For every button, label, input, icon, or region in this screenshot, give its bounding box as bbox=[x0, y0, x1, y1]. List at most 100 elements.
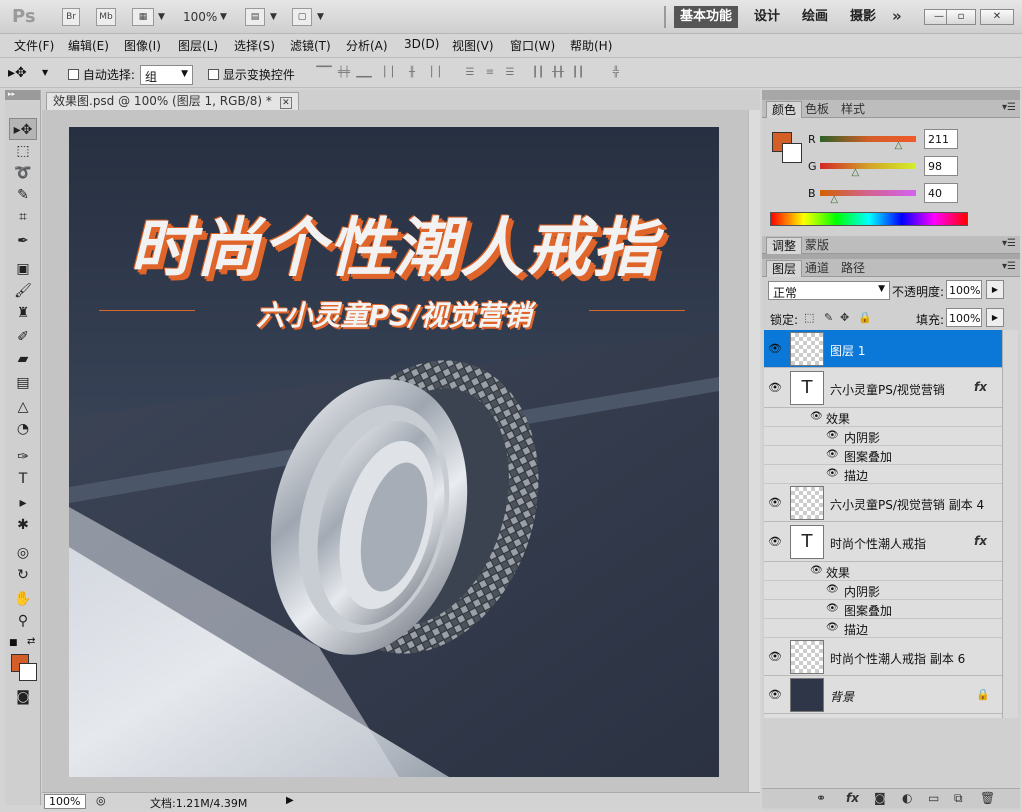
tab-layers[interactable]: 图层 bbox=[766, 260, 803, 277]
tab-masks[interactable]: 蒙版 bbox=[800, 237, 834, 254]
close-button[interactable]: ✕ bbox=[980, 9, 1014, 25]
layer-row[interactable]: 👁 六小灵童PS/视觉营销 副本 4 bbox=[764, 484, 1002, 522]
workspace-design[interactable]: 设计 bbox=[748, 6, 786, 28]
link-layers-icon[interactable]: ⚭ bbox=[816, 791, 826, 805]
restore-button[interactable]: ▫ bbox=[946, 9, 976, 25]
layers-panel-menu-icon[interactable]: ▾☰ bbox=[1002, 261, 1016, 272]
clone-stamp-tool-icon[interactable]: ♜ bbox=[9, 302, 37, 324]
swap-colors-icon[interactable]: ⇄ bbox=[27, 636, 35, 647]
3d-orbit-tool-icon[interactable]: ↻ bbox=[9, 564, 37, 586]
tab-swatches[interactable]: 色板 bbox=[800, 101, 834, 118]
view-extras-icon[interactable]: ▦ bbox=[132, 8, 154, 26]
add-mask-icon[interactable]: ◙ bbox=[874, 791, 886, 805]
effect-row[interactable]: 👁 图案叠加 bbox=[764, 446, 1002, 465]
blur-tool-icon[interactable]: △ bbox=[9, 396, 37, 418]
effect-row[interactable]: 👁 描边 bbox=[764, 465, 1002, 484]
status-zoom-field[interactable]: 100% bbox=[44, 794, 86, 809]
layer-row[interactable]: 👁 图层 1 bbox=[764, 330, 1002, 368]
shape-tool-icon[interactable]: ✱ bbox=[9, 514, 37, 536]
close-tab-icon[interactable]: ✕ bbox=[279, 97, 292, 109]
workspace-painting[interactable]: 绘画 bbox=[796, 6, 834, 28]
channel-g-slider[interactable] bbox=[820, 163, 916, 169]
crop-tool-icon[interactable]: ⌗ bbox=[9, 206, 37, 228]
align-top-icon[interactable]: ▔▔ bbox=[316, 67, 332, 81]
eye-icon[interactable]: 👁 bbox=[826, 468, 839, 479]
menu-layer[interactable]: 图层(L) bbox=[178, 37, 218, 54]
menu-window[interactable]: 窗口(W) bbox=[510, 37, 555, 54]
fx-icon[interactable]: fx bbox=[974, 380, 987, 394]
tab-color[interactable]: 颜色 bbox=[766, 101, 803, 118]
show-transform-checkbox[interactable]: 显示变换控件 bbox=[208, 66, 295, 83]
arrange-documents-icon[interactable]: ▤ bbox=[245, 8, 265, 26]
document-image[interactable]: 时尚个性潮人戒指 六小灵童PS/视觉营销 bbox=[69, 127, 719, 777]
distribute-hcenter-icon[interactable]: ╂╂ bbox=[550, 67, 566, 81]
marquee-tool-icon[interactable]: ⬚ bbox=[9, 140, 37, 162]
fill-input[interactable]: 100% bbox=[946, 308, 982, 327]
move-tool-preset-icon[interactable]: ▸✥ bbox=[8, 65, 27, 81]
tab-styles[interactable]: 样式 bbox=[836, 101, 870, 118]
eye-icon[interactable]: 👁 bbox=[768, 342, 782, 355]
eyedropper-tool-icon[interactable]: ✒ bbox=[9, 230, 37, 252]
screen-mode-dropdown-icon[interactable]: ▼ bbox=[317, 12, 324, 22]
menu-image[interactable]: 图像(I) bbox=[124, 37, 161, 54]
fill-slider-button[interactable]: ▶ bbox=[986, 308, 1004, 327]
menu-select[interactable]: 选择(S) bbox=[234, 37, 275, 54]
tab-adjustments[interactable]: 调整 bbox=[766, 237, 803, 254]
align-bottom-icon[interactable]: ▁▁ bbox=[356, 67, 372, 81]
color-panel-header[interactable] bbox=[762, 90, 1020, 100]
new-layer-icon[interactable]: ⧉ bbox=[954, 791, 963, 806]
tab-channels[interactable]: 通道 bbox=[800, 260, 834, 277]
color-spectrum-bar[interactable] bbox=[770, 212, 968, 226]
healing-brush-tool-icon[interactable]: ▣ bbox=[9, 258, 37, 280]
eye-icon[interactable]: 👁 bbox=[768, 535, 782, 548]
adjust-panel-menu-icon[interactable]: ▾☰ bbox=[1002, 238, 1016, 249]
lock-all-icon[interactable]: 🔒 bbox=[858, 311, 872, 324]
effect-row[interactable]: 👁 描边 bbox=[764, 619, 1002, 638]
eye-icon[interactable]: 👁 bbox=[826, 622, 839, 633]
fx-icon[interactable]: fx bbox=[974, 534, 987, 548]
layer-row[interactable]: 👁 T 六小灵童PS/视觉营销 fx bbox=[764, 368, 1002, 408]
eye-icon[interactable]: 👁 bbox=[810, 565, 823, 576]
bridge-button[interactable]: Br bbox=[62, 8, 80, 26]
dodge-tool-icon[interactable]: ◔ bbox=[9, 418, 37, 440]
status-info-icon[interactable]: ◎ bbox=[96, 794, 106, 807]
opacity-input[interactable]: 100% bbox=[946, 280, 982, 299]
eraser-tool-icon[interactable]: ▰ bbox=[9, 348, 37, 370]
distribute-left-icon[interactable]: ┃┃ bbox=[530, 67, 546, 81]
layer-row[interactable]: 👁 T 时尚个性潮人戒指 fx bbox=[764, 522, 1002, 562]
channel-g-thumb[interactable]: △ bbox=[851, 167, 859, 178]
workspace-photography[interactable]: 摄影 bbox=[844, 6, 882, 28]
distribute-top-icon[interactable]: ☰ bbox=[462, 67, 478, 81]
tool-preset-dropdown-icon[interactable]: ▼ bbox=[42, 68, 48, 77]
channel-b-thumb[interactable]: △ bbox=[830, 194, 838, 205]
menu-edit[interactable]: 编辑(E) bbox=[68, 37, 109, 54]
align-right-icon[interactable]: ▕▕ bbox=[424, 67, 440, 81]
canvas-vertical-scrollbar[interactable] bbox=[748, 110, 760, 792]
auto-select-checkbox[interactable]: 自动选择: bbox=[68, 66, 135, 83]
history-brush-tool-icon[interactable]: ✐ bbox=[9, 326, 37, 348]
effect-row[interactable]: 👁 内阴影 bbox=[764, 581, 1002, 600]
eye-icon[interactable]: 👁 bbox=[768, 381, 782, 394]
distribute-vcenter-icon[interactable]: ≡ bbox=[482, 67, 498, 81]
add-layer-style-icon[interactable]: fx bbox=[846, 791, 859, 805]
layer-row[interactable]: 👁 背景 🔒 bbox=[764, 676, 1002, 714]
eye-icon[interactable]: 👁 bbox=[826, 449, 839, 460]
move-tool-icon[interactable]: ▸✥ bbox=[9, 118, 37, 140]
workspace-essentials[interactable]: 基本功能 bbox=[674, 6, 739, 28]
zoom-tool-icon[interactable]: ⚲ bbox=[9, 610, 37, 632]
menu-file[interactable]: 文件(F) bbox=[14, 37, 54, 54]
eye-icon[interactable]: 👁 bbox=[768, 688, 782, 701]
zoom-level-menu[interactable]: 100% bbox=[183, 10, 217, 24]
document-tab[interactable]: 效果图.psd @ 100% (图层 1, RGB/8) * ✕ bbox=[46, 92, 299, 110]
canvas-area[interactable]: 时尚个性潮人戒指 六小灵童PS/视觉营销 bbox=[42, 110, 748, 792]
auto-select-target-dropdown[interactable]: 组 ▼ bbox=[140, 65, 193, 85]
tools-panel-header[interactable]: ▸▸ bbox=[5, 90, 40, 100]
eye-icon[interactable]: 👁 bbox=[826, 603, 839, 614]
effect-row[interactable]: 👁 内阴影 bbox=[764, 427, 1002, 446]
view-extras-dropdown-icon[interactable]: ▼ bbox=[158, 12, 165, 22]
align-vcenter-icon[interactable]: ╪╪ bbox=[336, 67, 352, 81]
brush-tool-icon[interactable]: 🖌 bbox=[9, 280, 37, 302]
channel-b-input[interactable]: 40 bbox=[924, 183, 958, 203]
menu-filter[interactable]: 滤镜(T) bbox=[290, 37, 331, 54]
path-selection-tool-icon[interactable]: ▸ bbox=[9, 492, 37, 514]
